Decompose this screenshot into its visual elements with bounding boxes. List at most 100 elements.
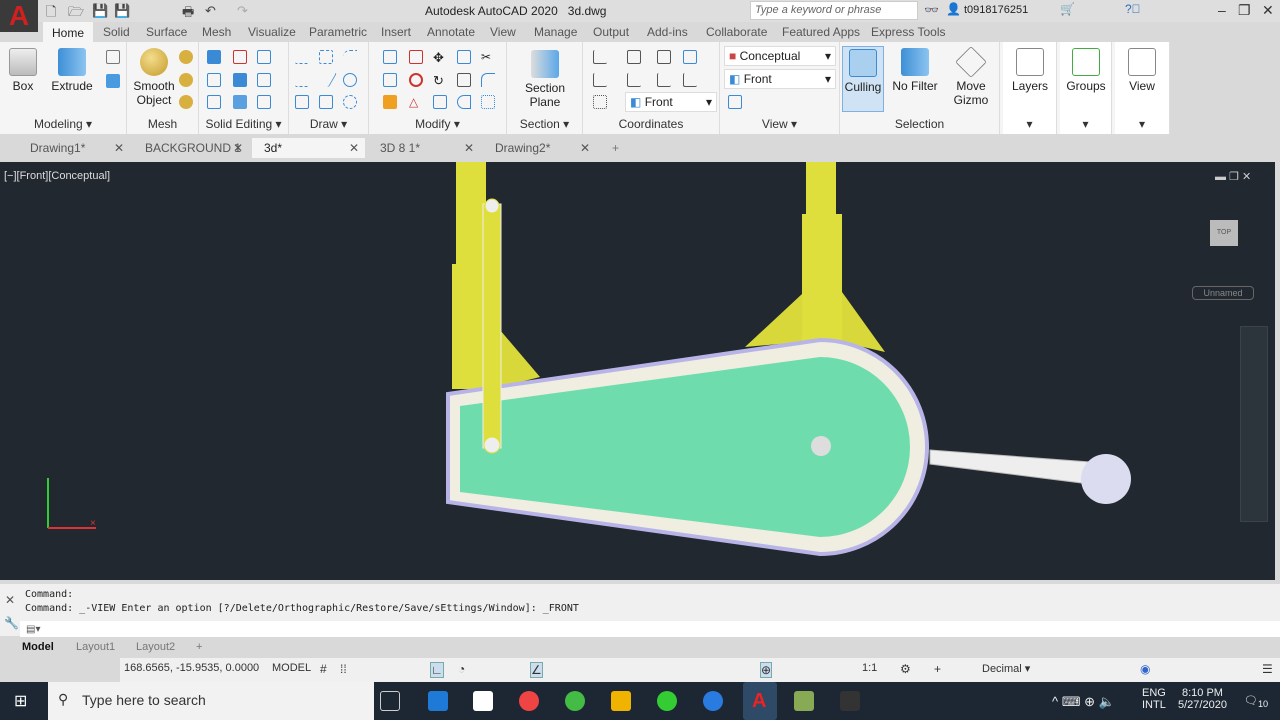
spline-icon[interactable] <box>295 73 309 87</box>
layers-button[interactable]: Layers ▾ <box>1003 42 1057 134</box>
align-icon[interactable] <box>383 73 397 87</box>
ucs-object-icon[interactable] <box>593 95 607 109</box>
undo-icon[interactable]: ↶ <box>205 3 216 19</box>
subtract-icon[interactable] <box>233 50 247 64</box>
union-icon[interactable] <box>207 50 221 64</box>
close-button[interactable]: ✕ <box>1262 2 1274 19</box>
separate-icon[interactable] <box>257 95 271 109</box>
view-dropdown[interactable]: ◧ Front ▾ <box>724 69 836 89</box>
minimize-button[interactable]: – <box>1218 2 1226 18</box>
panel-title-modify[interactable]: Modify ▾ <box>369 117 506 131</box>
tab-annotate[interactable]: Annotate <box>427 25 475 39</box>
shell-icon[interactable] <box>233 95 247 109</box>
binoculars-icon[interactable]: 👓 <box>924 3 939 17</box>
ucs-named-icon[interactable] <box>627 50 641 64</box>
notification-center-icon[interactable]: 🗨10 <box>1244 694 1268 709</box>
workspace-gear-icon[interactable]: ⚙ <box>900 662 911 676</box>
3d-align-icon[interactable] <box>409 73 423 87</box>
tab-collaborate[interactable]: Collaborate <box>706 25 767 39</box>
ucs-origin-icon[interactable] <box>593 73 607 87</box>
gizmo-status-icon[interactable]: ⊕ <box>760 662 773 678</box>
section-plane-button[interactable]: Section Plane <box>513 50 577 109</box>
app-icon[interactable] <box>565 691 585 711</box>
3d-mirror-icon[interactable]: △ <box>409 95 423 109</box>
customize-status-icon[interactable]: ☰ <box>1262 662 1273 676</box>
move-icon[interactable]: ✥ <box>433 50 447 65</box>
drawing-viewport[interactable]: [−][Front][Conceptual] ▬ ❐ ✕ TOP Unnamed… <box>0 162 1275 580</box>
close-tab-icon[interactable]: ✕ <box>349 138 359 158</box>
panel-title-mesh[interactable]: Mesh <box>127 117 198 131</box>
extract-edges-icon[interactable] <box>257 50 271 64</box>
panel-title-view[interactable]: View ▾ <box>720 117 839 131</box>
close-command-icon[interactable]: ✕ <box>5 593 15 607</box>
osnap-icon[interactable]: ∠ <box>530 662 543 678</box>
rectangle-icon[interactable] <box>319 95 333 109</box>
slice-icon[interactable] <box>233 73 247 87</box>
app-icon[interactable] <box>840 691 860 711</box>
clock[interactable]: 8:10 PM 5/27/2020 <box>1178 687 1227 711</box>
close-tab-icon[interactable]: ✕ <box>464 138 474 158</box>
user-name[interactable]: t0918176251 <box>964 4 1028 16</box>
tab-layout2[interactable]: Layout2 <box>136 638 175 656</box>
file-tab[interactable]: Drawing2* ✕ <box>483 138 596 158</box>
zalo-icon[interactable] <box>703 691 723 711</box>
save-as-icon[interactable]: 💾 <box>114 3 130 19</box>
sketchup-icon[interactable] <box>657 691 677 711</box>
tab-model[interactable]: Model <box>22 638 54 656</box>
chrome-icon[interactable] <box>519 691 539 711</box>
file-tab[interactable]: 3D 8 1* ✕ <box>368 138 480 158</box>
tab-manage[interactable]: Manage <box>534 25 577 39</box>
customize-icon[interactable]: 🔧 <box>4 616 19 630</box>
save-icon[interactable]: 💾 <box>92 3 108 19</box>
refine-mesh-icon[interactable] <box>179 50 193 64</box>
close-tab-icon[interactable]: ✕ <box>114 138 124 158</box>
3d-rotate-icon[interactable] <box>409 50 423 64</box>
presspull-icon[interactable] <box>106 50 120 64</box>
snap-icon[interactable]: ⁞⁞ <box>340 662 347 676</box>
polysolid-icon[interactable] <box>106 74 120 88</box>
array-icon[interactable] <box>481 95 495 109</box>
close-tab-icon[interactable]: ✕ <box>580 138 590 158</box>
trim-icon[interactable]: ✂ <box>481 50 495 64</box>
culling-button[interactable]: Culling <box>842 46 884 112</box>
move-gizmo-button[interactable]: Move Gizmo <box>946 46 996 107</box>
circle-icon[interactable] <box>343 73 357 87</box>
erase-icon[interactable] <box>383 95 397 109</box>
polyline-icon[interactable] <box>295 50 309 64</box>
3d-polyline-icon[interactable] <box>319 50 333 64</box>
tab-output[interactable]: Output <box>593 25 629 39</box>
units-dropdown[interactable]: Decimal ▾ <box>982 662 1030 675</box>
cart-icon[interactable]: 🛒 <box>1060 2 1075 16</box>
tab-view[interactable]: View <box>490 25 516 39</box>
plus-icon[interactable]: + <box>934 662 941 676</box>
scale-icon[interactable] <box>457 73 471 87</box>
redo-icon[interactable]: ↷ <box>237 3 248 19</box>
tab-addins[interactable]: Add-ins <box>647 25 688 39</box>
coordinates-readout[interactable]: 168.6565, -15.9535, 0.0000 <box>124 662 259 674</box>
add-layout-button[interactable]: + <box>196 638 202 656</box>
edge-icon[interactable] <box>428 691 448 711</box>
viewport-config-icon[interactable] <box>728 95 742 109</box>
panel-title-solid-editing[interactable]: Solid Editing ▾ <box>199 117 288 131</box>
ucs-3point-icon[interactable] <box>683 73 697 87</box>
stretch-icon[interactable] <box>433 95 447 109</box>
grid-icon[interactable]: # <box>320 662 327 676</box>
panel-title-selection[interactable]: Selection <box>840 117 999 131</box>
view-palette-button[interactable]: View ▾ <box>1115 42 1170 134</box>
autocad-taskbar-button[interactable]: A <box>743 682 777 720</box>
store-icon[interactable] <box>473 691 493 711</box>
ucs-z-icon[interactable] <box>657 73 671 87</box>
panel-title-draw[interactable]: Draw ▾ <box>289 117 368 131</box>
model-space-button[interactable]: MODEL <box>272 662 311 674</box>
ucs-x-icon[interactable] <box>627 73 641 87</box>
fillet-icon[interactable] <box>481 73 495 87</box>
box-button[interactable]: Box <box>6 48 40 93</box>
tab-layout1[interactable]: Layout1 <box>76 638 115 656</box>
file-explorer-icon[interactable] <box>611 691 631 711</box>
help-icon[interactable]: ?⃝ <box>1125 2 1141 16</box>
crease-icon[interactable] <box>179 95 193 109</box>
intersect-icon[interactable] <box>207 73 221 87</box>
no-filter-button[interactable]: No Filter <box>890 48 940 93</box>
tab-home[interactable]: Home <box>43 22 94 42</box>
polygon-icon[interactable] <box>295 95 309 109</box>
